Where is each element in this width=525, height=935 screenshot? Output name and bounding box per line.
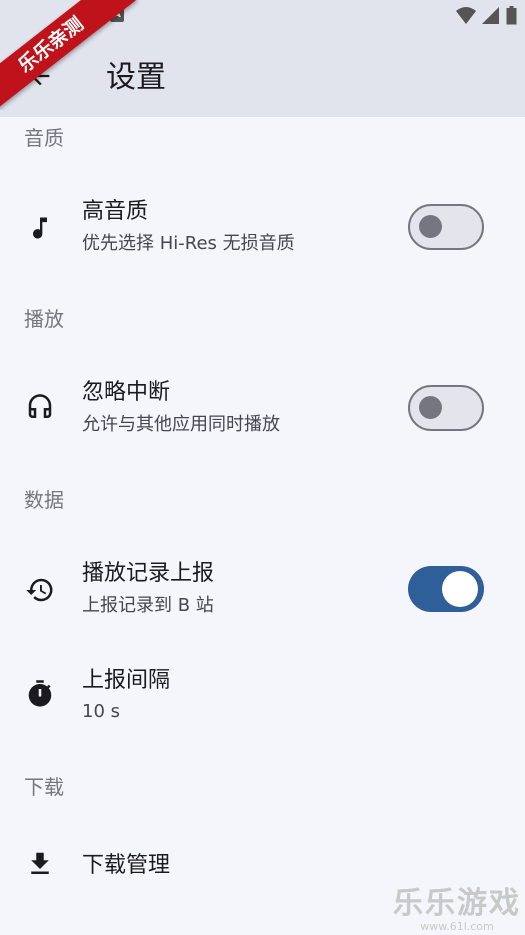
setting-title: 上报间隔 xyxy=(82,668,171,693)
page-title: 设置 xyxy=(106,60,166,95)
setting-row-high-quality[interactable]: 高音质 优先选择 Hi-Res 无损音质 xyxy=(0,180,525,276)
toggle-knob xyxy=(419,396,442,419)
section-header-data: 数据 xyxy=(24,488,64,512)
setting-subtitle: 允许与其他应用同时播放 xyxy=(82,414,280,435)
toggle-knob xyxy=(442,571,478,607)
toggle-knob xyxy=(419,215,442,238)
a-notification-icon: A xyxy=(110,8,124,22)
download-icon xyxy=(24,848,56,880)
section-header-audio: 音质 xyxy=(24,126,64,150)
status-bar: A xyxy=(0,0,525,34)
status-bar-notifications: A xyxy=(80,8,124,22)
setting-title: 高音质 xyxy=(82,199,149,224)
history-icon xyxy=(24,574,56,606)
setting-subtitle: 优先选择 Hi-Res 无损音质 xyxy=(82,233,295,254)
image-notification-icon xyxy=(80,8,94,22)
section-header-playback: 播放 xyxy=(24,307,64,331)
cellular-signal-icon xyxy=(482,6,499,24)
setting-row-report-history[interactable]: 播放记录上报 上报记录到 B 站 xyxy=(0,542,525,638)
app-bar: A 设置 xyxy=(0,0,525,117)
wifi-icon xyxy=(456,6,476,24)
setting-row-download-manage[interactable]: 下载管理 xyxy=(0,826,525,906)
high-quality-toggle[interactable] xyxy=(408,204,484,250)
setting-value: 10 s xyxy=(82,701,121,722)
headphones-icon xyxy=(24,392,56,424)
status-bar-system-icons xyxy=(456,6,517,25)
arrow-back-icon xyxy=(30,66,50,86)
music-note-icon xyxy=(24,212,56,244)
section-header-download: 下载 xyxy=(24,775,64,799)
ignore-interrupt-toggle[interactable] xyxy=(408,385,484,431)
setting-title: 下载管理 xyxy=(82,853,171,878)
back-button[interactable] xyxy=(20,56,60,96)
timer-icon xyxy=(24,678,56,710)
setting-row-ignore-interrupt[interactable]: 忽略中断 允许与其他应用同时播放 xyxy=(0,361,525,457)
setting-title: 播放记录上报 xyxy=(82,561,215,586)
report-history-toggle[interactable] xyxy=(408,566,484,612)
setting-row-report-interval[interactable]: 上报间隔 10 s xyxy=(0,648,525,744)
setting-subtitle: 上报记录到 B 站 xyxy=(82,595,214,616)
battery-icon xyxy=(506,6,517,25)
setting-title: 忽略中断 xyxy=(82,380,171,405)
watermark-url: www.61l.com xyxy=(420,920,494,933)
